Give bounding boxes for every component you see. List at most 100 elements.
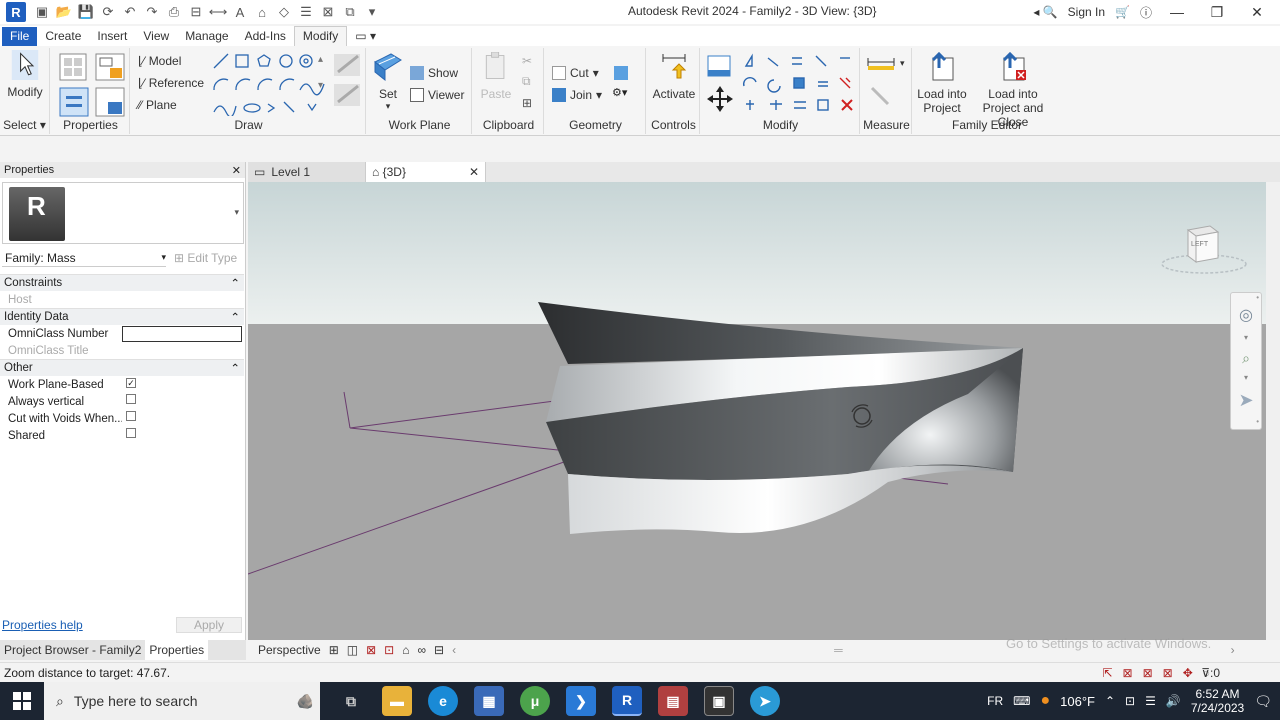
- select-underlay-icon[interactable]: ⊠: [1123, 666, 1133, 680]
- task-view-icon[interactable]: ⧉: [336, 686, 366, 716]
- apply-button[interactable]: Apply: [176, 617, 242, 633]
- close-window-button[interactable]: ✕: [1242, 4, 1272, 21]
- utorrent-icon[interactable]: μ: [520, 686, 550, 716]
- copy-icon[interactable]: ⧉: [522, 74, 531, 89]
- print-icon[interactable]: ⎙: [166, 4, 182, 20]
- gallery-scroll-up-icon[interactable]: ▴: [318, 54, 323, 65]
- type-selector[interactable]: R ▾: [2, 182, 244, 244]
- sign-in-link[interactable]: Sign In: [1068, 5, 1105, 19]
- tab-create[interactable]: Create: [37, 27, 89, 46]
- group-identity-data[interactable]: Identity Data ⌃: [0, 308, 244, 325]
- tab-properties[interactable]: Properties: [145, 640, 209, 660]
- select-links-icon[interactable]: ⇱: [1102, 666, 1112, 680]
- home-icon[interactable]: ▣: [34, 4, 50, 20]
- show-work-plane-button[interactable]: Show: [410, 66, 458, 80]
- cut-geometry-button[interactable]: Cut ▾: [552, 66, 599, 80]
- language-indicator[interactable]: FR: [987, 694, 1003, 708]
- network-icon[interactable]: ⊡: [1125, 694, 1135, 708]
- close-hidden-icon[interactable]: ⊠: [320, 4, 336, 20]
- join-geometry-button[interactable]: Join ▾: [552, 88, 602, 102]
- vscode-icon[interactable]: ❯: [566, 686, 596, 716]
- redo-icon[interactable]: ↷: [144, 4, 160, 20]
- weather-sun-icon[interactable]: ●: [1040, 692, 1050, 710]
- volume-icon[interactable]: 🔊: [1166, 694, 1181, 708]
- terminal-icon[interactable]: ▣: [704, 686, 734, 716]
- tab-addins[interactable]: Add-Ins: [237, 27, 294, 46]
- save-icon[interactable]: 💾: [78, 4, 94, 20]
- view-cube[interactable]: LEFT: [1158, 220, 1254, 276]
- type-selector-dropdown-icon[interactable]: ▾: [234, 207, 239, 218]
- tab-insert[interactable]: Insert: [89, 27, 135, 46]
- section-icon[interactable]: ◇: [276, 4, 292, 20]
- temperature-text[interactable]: 106°F: [1060, 694, 1095, 709]
- dimension-qat-icon[interactable]: ⟷: [209, 4, 228, 20]
- close-properties-icon[interactable]: ✕: [232, 164, 241, 177]
- temporary-hide-icon[interactable]: ∞: [417, 643, 426, 657]
- 3d-view-icon[interactable]: ⌂: [254, 4, 270, 20]
- work-plane-based-checkbox[interactable]: ✓: [126, 377, 136, 388]
- file-explorer-icon[interactable]: ▬: [382, 686, 412, 716]
- 3d-viewport[interactable]: LEFT • ◎ ▾ ⌕ ▾ ➤ •: [248, 182, 1266, 640]
- customize-qat-icon[interactable]: ▾: [364, 4, 380, 20]
- zoom-dropdown-icon[interactable]: ▾: [1231, 373, 1261, 383]
- perspective-label[interactable]: Perspective: [258, 643, 321, 657]
- match-type-icon[interactable]: ⊞: [522, 96, 532, 110]
- viewer-button[interactable]: Viewer: [410, 88, 464, 102]
- steering-wheel-icon[interactable]: ◎: [1231, 297, 1261, 333]
- edge-browser-icon[interactable]: e: [428, 686, 458, 716]
- help-icon[interactable]: ⓘ: [1140, 4, 1152, 21]
- binoculars-icon[interactable]: ◂ 🔍: [1033, 5, 1057, 19]
- cart-icon[interactable]: 🛒: [1115, 5, 1130, 19]
- zoom-region-icon[interactable]: ⌕: [1231, 343, 1261, 373]
- keyboard-icon[interactable]: ⌨: [1013, 694, 1030, 708]
- scroll-left-icon[interactable]: ‹: [452, 643, 456, 657]
- tag-qat-icon[interactable]: A: [232, 4, 248, 20]
- thin-lines-icon[interactable]: ☰: [298, 4, 314, 20]
- tab-manage[interactable]: Manage: [177, 27, 236, 46]
- model-line-button[interactable]: ⌊⁄ Model: [138, 54, 181, 68]
- modify-tools-grid[interactable]: [706, 52, 858, 116]
- horizontal-scroll-thumb[interactable]: ═: [834, 643, 843, 657]
- open-folder-icon[interactable]: 📂: [56, 4, 72, 20]
- pan-orbit-icon[interactable]: ➤: [1231, 383, 1261, 417]
- tray-overflow-icon[interactable]: ⌃: [1105, 694, 1115, 708]
- drag-elements-icon[interactable]: ✥: [1183, 666, 1193, 680]
- vertical-scrollbar[interactable]: [1266, 182, 1280, 640]
- always-vertical-checkbox[interactable]: [126, 393, 136, 404]
- sync-icon[interactable]: ⟳: [100, 4, 116, 20]
- shadows-icon[interactable]: ◫: [347, 643, 358, 657]
- crop-view-icon[interactable]: ⊠: [366, 643, 376, 657]
- view-tab-3d[interactable]: ⌂ {3D} ✕: [366, 162, 486, 182]
- reference-plane-button[interactable]: ⁄⁄ Plane: [138, 98, 177, 112]
- split-face-icon[interactable]: [614, 66, 628, 80]
- visual-style-icon[interactable]: ⊞: [329, 643, 339, 657]
- select-by-face-icon[interactable]: ⊠: [1163, 666, 1173, 680]
- reveal-hidden-icon[interactable]: ⊟: [434, 643, 444, 657]
- type-properties-icon[interactable]: [58, 52, 126, 118]
- view-tab-level-1[interactable]: ▭ Level 1: [248, 162, 366, 182]
- minimize-button[interactable]: —: [1162, 4, 1192, 20]
- tab-modify[interactable]: Modify: [293, 26, 348, 46]
- family-instance-selector[interactable]: Family: Mass ▾: [2, 249, 166, 267]
- close-view-tab-icon[interactable]: ✕: [469, 165, 479, 179]
- lock-3d-view-icon[interactable]: ⌂: [402, 643, 409, 657]
- show-crop-icon[interactable]: ⊡: [384, 643, 394, 657]
- select-pinned-icon[interactable]: ⊠: [1143, 666, 1153, 680]
- activate-controls-button[interactable]: Activate: [650, 52, 698, 101]
- cut-clipboard-icon[interactable]: ✂: [522, 54, 532, 68]
- group-other[interactable]: Other ⌃: [0, 359, 244, 376]
- group-constraints[interactable]: Constraints ⌃: [0, 274, 244, 291]
- gallery-scroll-down-icon[interactable]: ▾: [318, 80, 323, 91]
- tab-project-browser[interactable]: Project Browser - Family2: [0, 640, 145, 660]
- notifications-icon[interactable]: 🗨: [1254, 693, 1272, 710]
- measure-tools-icon[interactable]: ▾: [866, 54, 910, 114]
- app-taskbar-icon[interactable]: ▤: [658, 686, 688, 716]
- edit-type-button[interactable]: ⊞ Edit Type: [174, 251, 237, 265]
- nav-dropdown-icon[interactable]: ▾: [1231, 333, 1261, 343]
- cut-with-voids-checkbox[interactable]: [126, 410, 136, 421]
- select-panel-label[interactable]: Select ▾: [0, 118, 49, 132]
- revit-taskbar-icon[interactable]: R: [612, 686, 642, 716]
- draw-shapes-gallery[interactable]: [212, 52, 330, 116]
- modify-tool-button[interactable]: Modify: [4, 50, 46, 99]
- reference-line-button[interactable]: ⌊⁄ Reference: [138, 76, 204, 90]
